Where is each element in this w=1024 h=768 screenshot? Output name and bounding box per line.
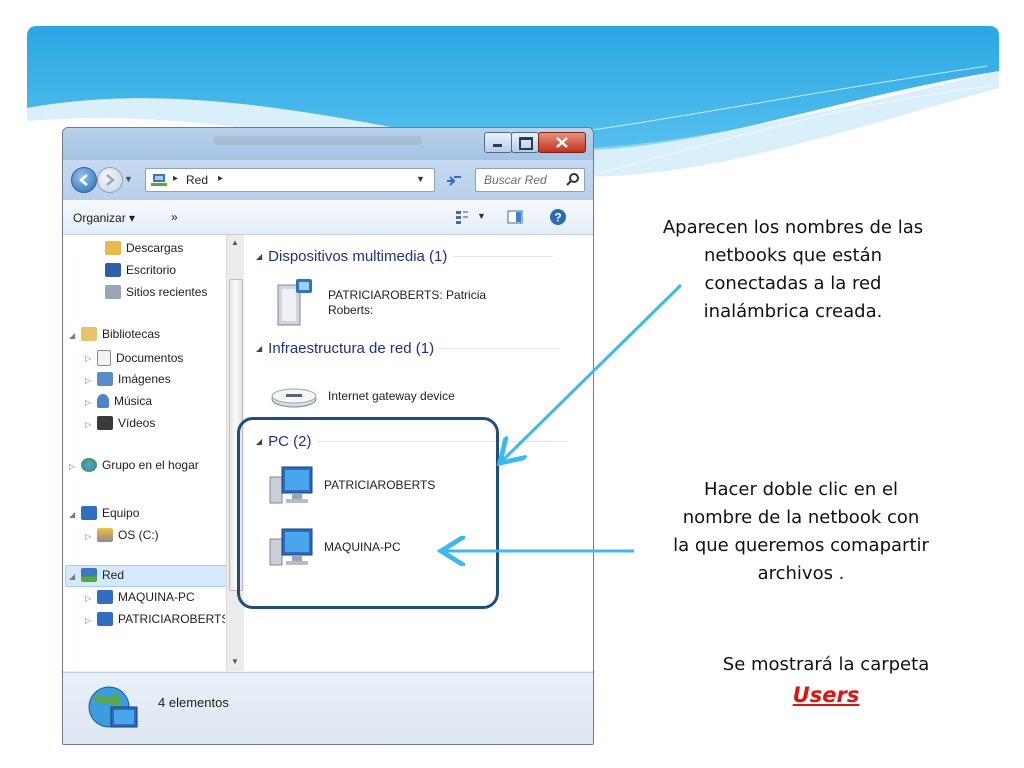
callout-line: Hacer doble clic en el (703, 479, 899, 500)
callout-middle: Hacer doble clic en el nombre de la netb… (636, 476, 966, 588)
callout-line: Aparecen los nombres de las (662, 217, 924, 238)
callout-line: nombre de la netbook con (682, 507, 920, 528)
callout-line: Se mostrará la carpeta (722, 654, 930, 675)
callout-bottom: Se mostrará la carpeta Users (680, 651, 972, 711)
callout-line: conectadas a la red (704, 273, 882, 294)
callout-line: netbooks que están (703, 245, 883, 266)
callout-line: inalámbrica creada. (703, 301, 883, 322)
callout-line: la que queremos comapartir (673, 535, 929, 556)
users-folder-label: Users (792, 683, 860, 707)
callout-top: Aparecen los nombres de las netbooks que… (630, 214, 956, 326)
callout-line: archivos . (757, 563, 845, 584)
